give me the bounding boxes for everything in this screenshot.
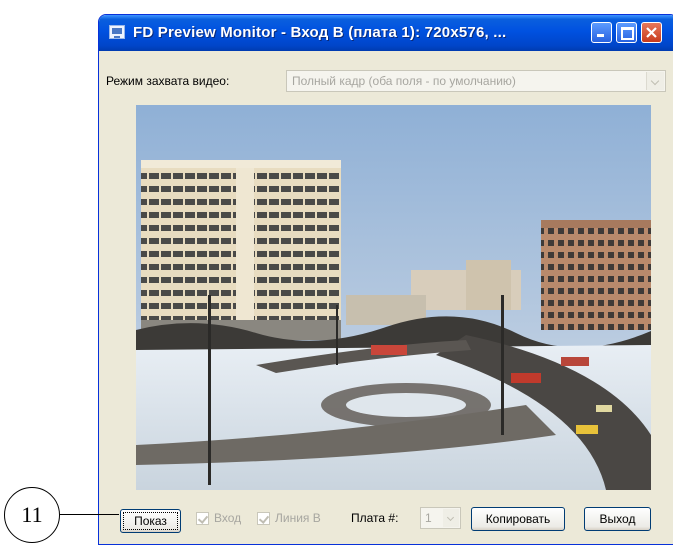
maximize-icon[interactable] [616,22,637,43]
capture-mode-label: Режим захвата видео: [106,74,230,88]
checkmark-icon[interactable] [196,512,209,525]
minimize-icon[interactable] [591,22,612,43]
close-icon[interactable] [641,22,662,43]
app-monitor-icon [109,25,125,39]
callout-number: 11 [21,502,43,527]
capture-mode-value: Полный кадр (оба поля - по умолчанию) [292,74,516,88]
chevron-down-icon[interactable] [646,72,664,90]
show-button-label: Показ [123,512,178,530]
video-preview [136,105,651,490]
checkmark-icon[interactable] [257,512,270,525]
window-title: FD Preview Monitor - Вход В (плата 1): 7… [133,24,507,41]
copy-button[interactable]: Копировать [471,507,565,531]
line-checkbox-label: Линия В [275,511,321,525]
show-button[interactable]: Показ [120,509,181,533]
preview-monitor-window: FD Preview Monitor - Вход В (плата 1): 7… [98,14,673,545]
input-checkbox-label: Вход [214,511,242,525]
title-bar[interactable]: FD Preview Monitor - Вход В (плата 1): 7… [99,15,673,51]
board-label: Плата #: [351,511,399,525]
video-frame-image [136,105,651,490]
board-select[interactable]: 1 [420,507,461,529]
board-value: 1 [425,511,432,525]
capture-mode-select[interactable]: Полный кадр (оба поля - по умолчанию) [286,70,666,92]
callout-leader-line [60,514,119,515]
callout-marker: 11 [4,487,60,543]
exit-button[interactable]: Выход [584,507,651,531]
chevron-down-icon[interactable] [443,509,459,527]
